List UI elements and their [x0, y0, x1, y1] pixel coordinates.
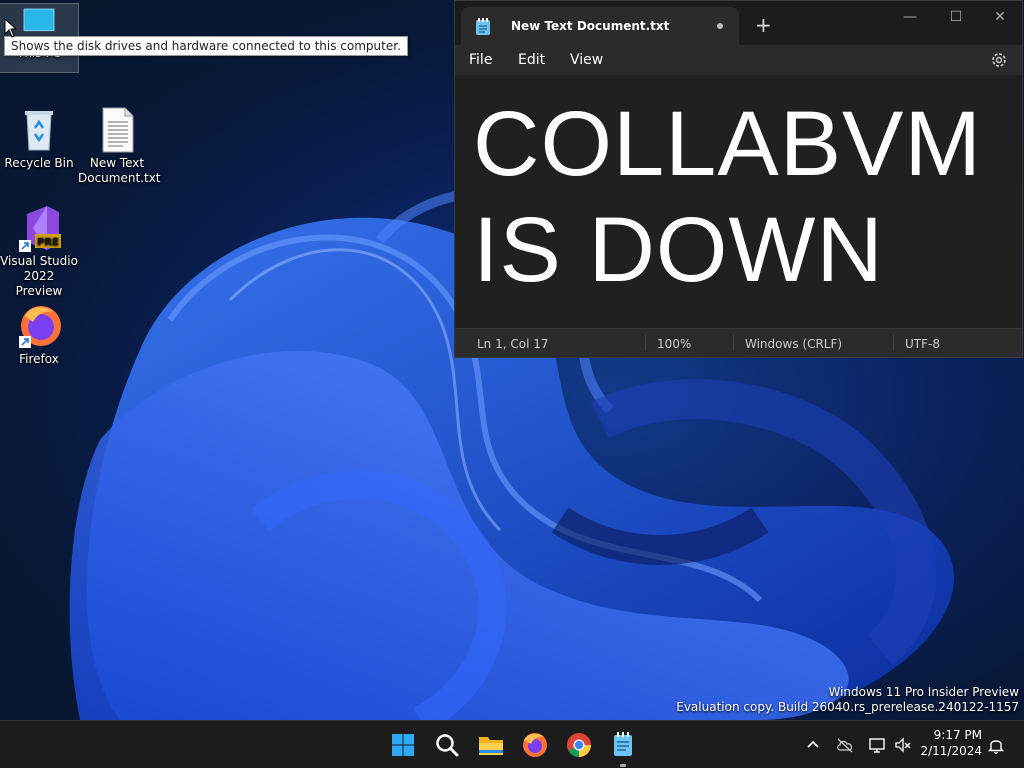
file-explorer-button[interactable]: [475, 729, 507, 761]
status-encoding[interactable]: UTF-8: [905, 337, 940, 351]
speaker-muted-icon[interactable]: [893, 735, 913, 755]
clock-date: 2/11/2024: [920, 744, 982, 758]
cloud-offline-icon[interactable]: [835, 735, 855, 755]
search-button[interactable]: [431, 729, 463, 761]
desktop-icon-label-line1: New Text: [89, 156, 145, 170]
maximize-button[interactable]: ☐: [933, 9, 979, 31]
desktop-icon-firefox[interactable]: Firefox: [0, 302, 78, 367]
chevron-up-icon[interactable]: [803, 735, 823, 755]
close-button[interactable]: ✕: [977, 9, 1023, 31]
menu-view[interactable]: View: [570, 52, 603, 68]
search-icon: [436, 734, 459, 757]
desktop-icon-recycle-bin[interactable]: Recycle Bin: [0, 106, 78, 171]
text-file-icon: [102, 107, 134, 153]
firefox-icon: [19, 306, 61, 348]
notepad-text-area[interactable]: COLLABVM IS DOWN: [473, 91, 1013, 303]
active-app-indicator: [620, 764, 626, 767]
desktop-icon-visual-studio[interactable]: PRE Visual Studio 2022 Preview: [0, 204, 78, 299]
menu-edit[interactable]: Edit: [518, 52, 545, 68]
windows-watermark: Windows 11 Pro Insider Preview Evaluatio…: [676, 685, 1019, 715]
desktop-icon-label-line1: Visual Studio: [0, 254, 78, 268]
network-icon[interactable]: [867, 735, 887, 755]
tooltip: Shows the disk drives and hardware conne…: [4, 36, 408, 56]
menu-file[interactable]: File: [469, 52, 492, 68]
desktop-icon-label-line2: Document.txt: [78, 171, 161, 185]
notepad-taskbar-button[interactable]: [607, 729, 639, 767]
notepad-menubar: File Edit View: [455, 45, 1022, 75]
tab-title: New Text Document.txt: [511, 19, 670, 33]
desktop-icon-label: Firefox: [19, 352, 59, 366]
clock-time: 9:17 PM: [933, 728, 982, 742]
minimize-button[interactable]: —: [887, 9, 933, 31]
status-position: Ln 1, Col 17: [477, 337, 549, 351]
start-button[interactable]: [387, 729, 419, 761]
status-separator: [733, 335, 734, 351]
notepad-icon: [476, 18, 490, 35]
taskbar-clock[interactable]: 9:17 PM 2/11/2024: [920, 727, 982, 759]
firefox-icon: [523, 733, 547, 757]
notepad-icon: [614, 732, 632, 756]
chrome-icon: [567, 733, 591, 757]
bell-icon[interactable]: [986, 735, 1006, 755]
unsaved-indicator-dot[interactable]: [717, 23, 723, 29]
watermark-line1: Windows 11 Pro Insider Preview: [828, 685, 1019, 699]
watermark-line2: Evaluation copy. Build 26040.rs_prerelea…: [676, 700, 1019, 714]
notepad-titlebar[interactable]: New Text Document.txt + — ☐ ✕: [455, 1, 1022, 45]
folder-icon: [479, 737, 503, 755]
notepad-statusbar: Ln 1, Col 17 100% Windows (CRLF) UTF-8: [455, 328, 1022, 357]
status-separator: [893, 335, 894, 351]
chrome-taskbar-button[interactable]: [563, 729, 595, 761]
status-separator: [645, 335, 646, 351]
pre-badge: PRE: [37, 237, 59, 248]
new-tab-button[interactable]: +: [755, 15, 772, 35]
desktop-icon-label-line2: 2022 Preview: [15, 269, 63, 298]
gear-icon[interactable]: [990, 51, 1008, 69]
status-line-endings[interactable]: Windows (CRLF): [745, 337, 842, 351]
taskbar: 9:17 PM 2/11/2024: [0, 720, 1024, 768]
firefox-taskbar-button[interactable]: [519, 729, 551, 761]
notepad-window[interactable]: New Text Document.txt + — ☐ ✕ File Edit …: [454, 0, 1023, 358]
mouse-cursor-icon: [4, 18, 18, 38]
recycle-bin-icon: [25, 111, 53, 151]
desktop-icon-new-text-document[interactable]: New Text Document.txt: [78, 106, 161, 186]
desktop-icon-label: Recycle Bin: [4, 156, 74, 170]
visual-studio-preview-icon: PRE: [19, 206, 61, 252]
windows-logo-icon: [392, 734, 414, 756]
notepad-tab[interactable]: New Text Document.txt: [461, 7, 739, 45]
status-zoom[interactable]: 100%: [657, 337, 691, 351]
